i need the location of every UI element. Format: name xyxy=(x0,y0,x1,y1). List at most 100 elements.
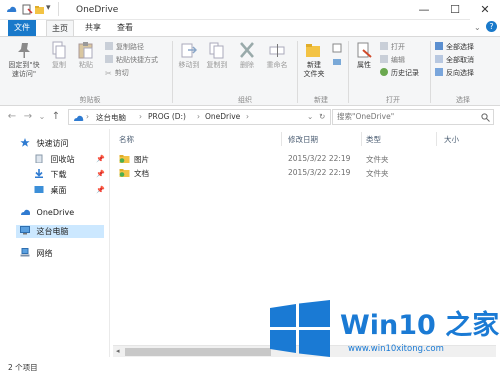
nav-network[interactable]: 网络 xyxy=(20,247,53,260)
recycle-bin-icon xyxy=(35,154,43,163)
qa-dropdown-icon[interactable]: ▾ xyxy=(46,3,51,13)
computer-icon xyxy=(20,226,30,235)
tab-home[interactable]: 主页 xyxy=(46,20,74,36)
history-label: 历史记录 xyxy=(391,69,419,77)
clipboard-group-label: 剪贴板 xyxy=(79,96,101,104)
easy-access-icon[interactable] xyxy=(332,57,342,67)
nav-quick-access[interactable]: 快速访问 xyxy=(20,137,69,150)
recent-locations-button[interactable]: ⌄ xyxy=(36,111,48,123)
pin-quick-access-label: 固定到"快 速访问" xyxy=(8,61,40,78)
column-header-modified[interactable]: 修改日期 xyxy=(288,134,318,145)
column-header-type[interactable]: 类型 xyxy=(366,134,381,145)
select-none-button[interactable]: 全部取消 xyxy=(435,55,474,65)
up-button[interactable]: ↑ xyxy=(50,111,62,123)
nav-downloads[interactable]: 下载 xyxy=(34,168,67,181)
breadcrumb-chevron-icon: › xyxy=(246,112,249,121)
paste-shortcut-label: 粘贴快捷方式 xyxy=(116,56,158,64)
minimize-button[interactable]: — xyxy=(409,0,439,20)
onedrive-app-icon[interactable] xyxy=(6,4,17,15)
search-input[interactable] xyxy=(337,112,457,121)
tab-view[interactable]: 查看 xyxy=(112,20,138,36)
edit-button[interactable]: 编辑 xyxy=(380,55,405,65)
forward-button[interactable]: → xyxy=(22,111,34,123)
breadcrumb-drive[interactable]: PROG (D:) xyxy=(148,112,186,121)
breadcrumb-chevron-icon: › xyxy=(197,112,200,121)
nav-desktop-label: 桌面 xyxy=(50,186,67,195)
new-folder-quick-icon[interactable] xyxy=(34,4,45,15)
close-button[interactable]: ✕ xyxy=(470,0,500,20)
column-separator[interactable] xyxy=(436,132,437,146)
ribbon-separator xyxy=(430,41,431,103)
new-folder-button[interactable]: 新建 文件夹 xyxy=(300,41,328,79)
scissors-icon: ✂ xyxy=(105,69,112,78)
paste-button[interactable]: 粘贴 xyxy=(74,41,98,70)
tab-share[interactable]: 共享 xyxy=(80,20,106,36)
pin-quick-access-button[interactable]: 固定到"快 速访问" xyxy=(4,41,44,79)
pin-icon xyxy=(18,43,30,58)
rename-label: 重命名 xyxy=(266,61,288,69)
refresh-icon[interactable]: ↻ xyxy=(319,112,325,121)
column-separator[interactable] xyxy=(361,132,362,146)
search-box[interactable] xyxy=(332,109,494,125)
properties-quick-icon[interactable] xyxy=(22,4,33,15)
properties-button[interactable]: 属性 xyxy=(352,41,376,70)
breadcrumb-onedrive[interactable]: OneDrive xyxy=(205,112,240,121)
ribbon-expand-icon[interactable]: ⌄ xyxy=(474,23,481,32)
pin-icon[interactable]: 📌 xyxy=(96,155,105,163)
paste-label: 粘贴 xyxy=(79,61,93,69)
new-item-icon[interactable] xyxy=(332,43,342,53)
navigation-pane: 快速访问 回收站 📌 下载 📌 桌面 📌 OneDrive 这台电脑 网络 xyxy=(0,129,110,357)
folder-synced-icon xyxy=(119,169,130,177)
new-folder-icon xyxy=(306,44,320,57)
address-field[interactable]: › 这台电脑 › PROG (D:) › OneDrive › ⌄ ↻ xyxy=(68,109,331,125)
open-button[interactable]: 打开 xyxy=(380,42,405,52)
nav-this-pc[interactable]: 这台电脑 xyxy=(20,225,69,238)
back-button[interactable]: ← xyxy=(6,111,18,123)
address-bar-row: ← → ⌄ ↑ › 这台电脑 › PROG (D:) › OneDrive › … xyxy=(0,106,500,128)
copy-button[interactable]: 复制 xyxy=(48,41,70,70)
tab-file[interactable]: 文件 xyxy=(8,20,36,36)
nav-desktop[interactable]: 桌面 xyxy=(34,184,67,197)
copy-to-button[interactable]: 复制到 xyxy=(204,41,230,70)
pin-icon[interactable]: 📌 xyxy=(96,186,105,194)
scrollbar-thumb[interactable] xyxy=(125,348,271,356)
copy-path-button[interactable]: 复制路径 xyxy=(105,42,144,52)
search-icon[interactable] xyxy=(481,113,490,122)
maximize-button[interactable]: ☐ xyxy=(440,0,470,20)
select-group-label: 选择 xyxy=(456,96,470,104)
watermark-url: www.win10xitong.com xyxy=(348,344,444,354)
history-button[interactable]: 历史记录 xyxy=(380,68,419,78)
help-icon[interactable]: ? xyxy=(486,21,497,32)
properties-label: 属性 xyxy=(357,61,371,69)
column-header-name[interactable]: 名称 xyxy=(119,134,134,145)
breadcrumb-this-pc[interactable]: 这台电脑 xyxy=(96,112,126,123)
address-dropdown-icon[interactable]: ⌄ xyxy=(307,112,313,121)
pin-icon[interactable]: 📌 xyxy=(96,170,105,178)
properties-icon xyxy=(357,42,372,58)
paste-icon xyxy=(78,42,93,59)
windows-logo-icon xyxy=(270,300,330,357)
scroll-left-icon[interactable]: ◂ xyxy=(116,347,120,355)
delete-button[interactable]: 删除 xyxy=(236,41,258,70)
nav-onedrive[interactable]: OneDrive xyxy=(20,206,74,219)
select-all-button[interactable]: 全部选择 xyxy=(435,42,474,52)
move-to-label: 移动到 xyxy=(178,61,200,69)
delete-label: 删除 xyxy=(240,61,254,69)
copy-path-label: 复制路径 xyxy=(116,43,144,51)
invert-selection-button[interactable]: 反向选择 xyxy=(435,68,474,78)
cut-button[interactable]: ✂ 剪切 xyxy=(105,68,129,78)
star-icon xyxy=(20,138,30,147)
table-row[interactable]: 文档 2015/3/22 22:19 文件夹 xyxy=(119,166,489,179)
table-row[interactable]: 图片 2015/3/22 22:19 文件夹 xyxy=(119,152,489,165)
copy-label: 复制 xyxy=(52,61,66,69)
cut-label: 剪切 xyxy=(114,69,129,77)
column-header-size[interactable]: 大小 xyxy=(444,134,459,145)
nav-recycle-bin[interactable]: 回收站 xyxy=(34,153,75,166)
onedrive-cloud-icon xyxy=(21,209,30,215)
breadcrumb-chevron-icon: › xyxy=(139,112,142,121)
column-separator[interactable] xyxy=(281,132,282,146)
nav-recycle-bin-label: 回收站 xyxy=(50,155,75,164)
move-to-button[interactable]: 移动到 xyxy=(176,41,202,70)
paste-shortcut-button[interactable]: 粘贴快捷方式 xyxy=(105,55,158,65)
rename-button[interactable]: 重命名 xyxy=(262,41,292,70)
